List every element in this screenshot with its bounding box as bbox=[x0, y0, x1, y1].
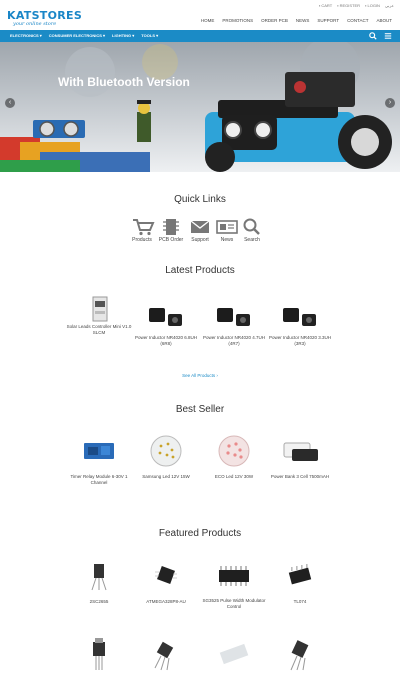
product-name: Timer Relay Module 6-30V 1 Channel bbox=[70, 474, 128, 485]
language-link[interactable]: عربي bbox=[385, 3, 394, 8]
product-name: 2SC2655 bbox=[89, 599, 109, 604]
product-image bbox=[155, 566, 177, 584]
cart-link[interactable]: ▪ CART bbox=[319, 3, 332, 8]
hero-next-button[interactable]: › bbox=[385, 98, 395, 108]
search-icon[interactable] bbox=[369, 32, 377, 40]
featured-products-title: Featured Products bbox=[158, 528, 242, 539]
envelope-icon bbox=[190, 220, 210, 233]
see-all-products-link[interactable]: See All Products › bbox=[0, 373, 400, 378]
product-name: Samsung Led 12V 15W bbox=[142, 474, 190, 479]
logo-brand: KATSTORES bbox=[7, 9, 83, 22]
nav-home[interactable]: HOME bbox=[201, 18, 215, 23]
quick-links-title: Quick Links bbox=[174, 194, 226, 205]
register-link[interactable]: ▪ REGISTER bbox=[337, 3, 360, 8]
user-icon: ▪ bbox=[337, 3, 339, 8]
product-name: Power Inductor NR4020 4.7UH (4R7) bbox=[202, 335, 266, 346]
newspaper-icon bbox=[216, 220, 238, 234]
hero-image bbox=[0, 42, 400, 172]
site-logo[interactable]: KATSTORES your online store bbox=[7, 10, 82, 27]
product-name: Solar Leads Controller Mini V1.0 SLCM bbox=[66, 324, 132, 335]
quick-link-search[interactable]: Search bbox=[238, 218, 266, 243]
hero-title: With Bluetooth Version bbox=[58, 75, 190, 89]
utility-links: ▪ CART ▪ REGISTER ▪ LOGIN عربي bbox=[319, 3, 394, 8]
nav-contact[interactable]: CONTACT bbox=[347, 18, 368, 23]
nav-about[interactable]: ABOUT bbox=[376, 18, 392, 23]
nav-support[interactable]: SUPPORT bbox=[317, 18, 339, 23]
site-header: KATSTORES your online store ▪ CART ▪ REGIS… bbox=[0, 0, 400, 30]
chip-icon bbox=[163, 219, 179, 235]
cart-icon bbox=[133, 219, 155, 236]
login-link[interactable]: ▪ LOGIN bbox=[365, 3, 380, 8]
chevron-left-icon: ‹ bbox=[8, 99, 12, 106]
search-icon bbox=[243, 218, 260, 235]
product-name: Power Inductor NR4020 6.8UH (6R8) bbox=[134, 335, 198, 346]
product-name: ATMEGA328P8-AU bbox=[146, 599, 186, 604]
product-name: Power Inductor NR4020 3.3UH (3R3) bbox=[268, 335, 332, 346]
hero-banner[interactable]: With Bluetooth Version ‹ › bbox=[0, 42, 400, 172]
product-image bbox=[218, 435, 250, 467]
product-image bbox=[219, 643, 249, 665]
main-nav: HOME PROMOTIONS ORDER PCB NEWS SUPPORT C… bbox=[201, 18, 392, 23]
product-image bbox=[93, 638, 105, 670]
nav-news[interactable]: NEWS bbox=[296, 18, 310, 23]
cart-icon: ▪ bbox=[318, 3, 321, 8]
product-name: TL074 bbox=[293, 599, 307, 604]
product-image bbox=[217, 308, 250, 326]
product-image bbox=[288, 564, 312, 585]
quick-links: Products PCB Order Support News Search bbox=[0, 218, 400, 250]
category-consumer-electronics[interactable]: CONSUMER ELECTRONICS ▾ bbox=[49, 33, 105, 38]
best-seller-title: Best Seller bbox=[175, 404, 225, 415]
lock-icon: ▪ bbox=[365, 3, 367, 8]
product-image bbox=[283, 308, 316, 326]
category-bar: ELECTRONICS ▾ CONSUMER ELECTRONICS ▾ LIG… bbox=[0, 30, 400, 42]
category-lighting[interactable]: LIGHTING ▾ bbox=[112, 33, 134, 38]
product-name: SG3525 Pulse Width Modulator Control bbox=[202, 598, 266, 609]
menu-icon[interactable] bbox=[384, 32, 392, 40]
category-electronics[interactable]: ELECTRONICS ▾ bbox=[10, 33, 42, 38]
product-image bbox=[219, 566, 249, 586]
chevron-right-icon: › bbox=[216, 373, 218, 378]
category-tools[interactable]: TOOLS ▾ bbox=[141, 33, 158, 38]
product-image bbox=[84, 443, 114, 459]
product-image bbox=[149, 308, 182, 326]
product-name: Power Bank 3 Cell 7500mAH bbox=[270, 474, 330, 479]
nav-promotions[interactable]: PROMOTIONS bbox=[222, 18, 253, 23]
product-image bbox=[150, 435, 182, 467]
product-image bbox=[283, 442, 318, 461]
product-image bbox=[154, 641, 174, 671]
product-image bbox=[91, 564, 107, 591]
product-image bbox=[290, 640, 309, 671]
nav-order-pcb[interactable]: ORDER PCB bbox=[261, 18, 288, 23]
latest-products-title: Latest Products bbox=[165, 265, 235, 276]
hero-prev-button[interactable]: ‹ bbox=[5, 98, 15, 108]
chevron-right-icon: › bbox=[388, 99, 392, 106]
product-name: ECO Led 12V 30W bbox=[214, 474, 254, 479]
